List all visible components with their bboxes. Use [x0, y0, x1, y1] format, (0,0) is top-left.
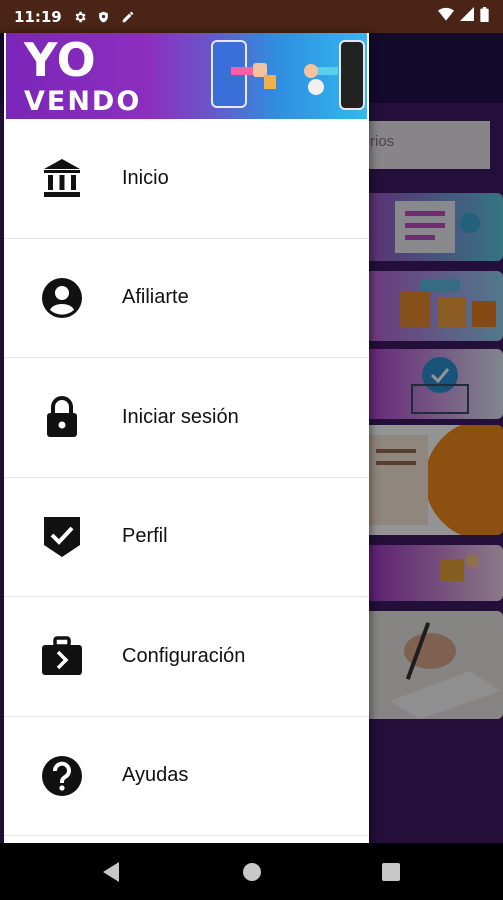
- menu-item-label: Afiliarte: [122, 286, 189, 309]
- menu-item-iniciar-sesion[interactable]: Iniciar sesión: [4, 358, 369, 478]
- status-bar: 11:19: [0, 0, 503, 33]
- shield-icon: [96, 9, 112, 25]
- menu-item-inicio[interactable]: Inicio: [4, 119, 369, 239]
- status-time: 11:19: [14, 7, 62, 26]
- gear-icon: [72, 9, 88, 25]
- shield-check-icon: [41, 516, 83, 558]
- menu-item-configuracion[interactable]: Configuración: [4, 597, 369, 717]
- menu-item-label: Perfil: [122, 525, 168, 548]
- menu-item-label: Configuración: [122, 644, 246, 667]
- bank-icon: [41, 157, 83, 199]
- navigation-bar: [0, 843, 503, 900]
- home-icon[interactable]: [239, 859, 265, 885]
- menu-item-ayudas[interactable]: Ayudas: [4, 717, 369, 836]
- banner-illustration: [211, 40, 365, 110]
- signal-icon: [460, 7, 474, 26]
- navigation-drawer: YO VENDO Inicio Afiliarte Iniciar sesión…: [4, 33, 369, 843]
- menu-item-label: Iniciar sesión: [122, 405, 239, 428]
- drawer-header-banner: YO VENDO: [6, 33, 367, 119]
- briefcase-arrow-icon: [41, 635, 83, 677]
- back-icon[interactable]: [98, 859, 124, 885]
- menu-item-label: Inicio: [122, 166, 169, 189]
- recents-icon[interactable]: [378, 859, 404, 885]
- wifi-icon: [438, 7, 454, 26]
- menu-item-label: Ayudas: [122, 764, 189, 787]
- menu-item-afiliarte[interactable]: Afiliarte: [4, 239, 369, 358]
- menu-item-perfil[interactable]: Perfil: [4, 478, 369, 597]
- account-circle-icon: [41, 277, 83, 319]
- lock-icon: [41, 396, 83, 438]
- drawer-menu: Inicio Afiliarte Iniciar sesión Perfil C: [4, 119, 369, 836]
- pen-icon: [120, 9, 136, 25]
- battery-icon: [480, 6, 489, 27]
- help-circle-icon: [41, 755, 83, 797]
